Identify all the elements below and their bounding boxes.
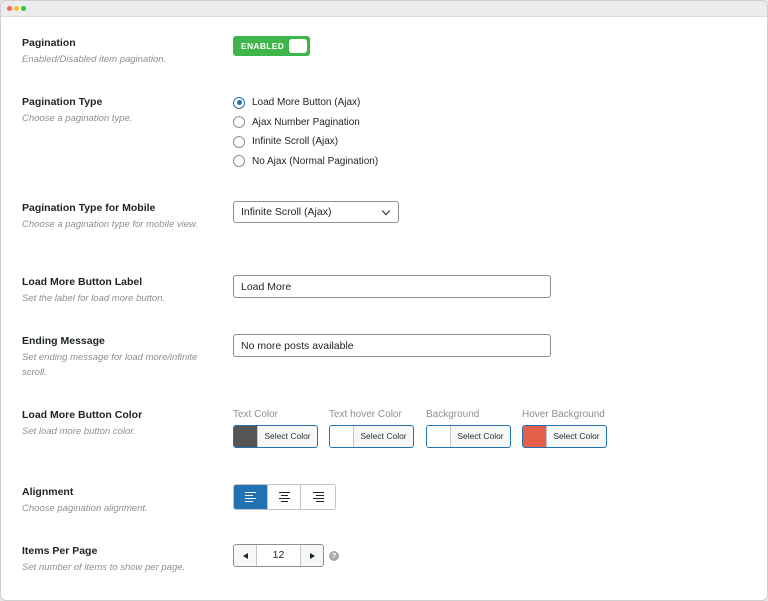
ending-message-input[interactable] [233, 334, 551, 357]
radio-ajax-number[interactable]: Ajax Number Pagination [233, 113, 378, 133]
button-color-title: Load More Button Color [22, 409, 143, 421]
hover-background-color-select-button[interactable]: Select Color [522, 425, 607, 448]
alignment-title: Alignment [22, 486, 74, 498]
load-more-label-desc: Set the label for load more button. [22, 293, 166, 304]
align-center-icon [278, 492, 290, 502]
maximize-window-dot[interactable] [21, 6, 26, 11]
background-color-select-button[interactable]: Select Color [426, 425, 511, 448]
pagination-desc: Enabled/Disabled item pagination. [22, 54, 167, 65]
color-swatch [330, 426, 354, 447]
pagination-type-title: Pagination Type [22, 96, 103, 108]
decrement-button[interactable] [234, 545, 257, 566]
pagination-type-desc: Choose a pagination type. [22, 113, 133, 124]
radio-infinite-scroll[interactable]: Infinite Scroll (Ajax) [233, 132, 378, 152]
align-left-button[interactable] [234, 485, 268, 509]
radio-circle[interactable] [233, 116, 245, 129]
color-swatch [427, 426, 451, 447]
align-right-icon [312, 492, 324, 502]
text-color-select-button[interactable]: Select Color [233, 425, 318, 448]
pagination-mobile-select[interactable]: Infinite Scroll (Ajax) [233, 201, 399, 223]
ending-message-title: Ending Message [22, 335, 105, 347]
radio-load-more[interactable]: Load More Button (Ajax) [233, 93, 378, 113]
window-titlebar [1, 1, 767, 17]
select-color-label: Select Color [360, 431, 407, 441]
radio-circle[interactable] [233, 96, 245, 109]
text-color-picker: Text Color Select Color [233, 408, 318, 448]
chevron-down-icon [381, 206, 391, 216]
radio-label: Infinite Scroll (Ajax) [252, 136, 339, 148]
pagination-mobile-title: Pagination Type for Mobile [22, 202, 156, 214]
close-window-dot[interactable] [7, 6, 12, 11]
color-picker-title: Background [426, 409, 480, 420]
alignment-desc: Choose pagination alignment. [22, 503, 148, 514]
color-swatch [234, 426, 258, 447]
color-swatch [523, 426, 547, 447]
caret-left-icon [242, 552, 248, 559]
radio-label: Load More Button (Ajax) [252, 97, 361, 109]
select-color-label: Select Color [457, 431, 504, 441]
items-per-page-desc: Set number of items to show per page. [22, 562, 186, 573]
text-hover-color-picker: Text hover Color Select Color [329, 408, 414, 448]
pagination-mobile-desc: Choose a pagination type for mobile view… [22, 219, 198, 230]
radio-label: No Ajax (Normal Pagination) [252, 155, 379, 167]
items-per-page-stepper: 12 ? [233, 544, 339, 567]
load-more-label-title: Load More Button Label [22, 276, 143, 288]
radio-circle[interactable] [233, 155, 245, 168]
toggle-knob [289, 39, 307, 53]
ending-message-desc: Set ending message for load more/infinit… [22, 352, 198, 378]
select-color-label: Select Color [264, 431, 311, 441]
hover-background-color-picker: Hover Background Select Color [522, 408, 607, 448]
text-hover-color-select-button[interactable]: Select Color [329, 425, 414, 448]
radio-circle[interactable] [233, 135, 245, 148]
items-per-page-title: Items Per Page [22, 545, 98, 557]
color-picker-title: Text Color [233, 409, 279, 420]
alignment-button-group [233, 484, 336, 510]
align-left-icon [244, 492, 256, 502]
increment-button[interactable] [300, 545, 323, 566]
background-color-picker: Background Select Color [426, 408, 511, 448]
window: Pagination Enabled/Disabled item paginat… [0, 0, 768, 601]
color-picker-title: Text hover Color [329, 409, 402, 420]
button-color-desc: Set load more button color. [22, 426, 136, 437]
caret-right-icon [309, 552, 315, 559]
toggle-label: ENABLED [241, 41, 285, 51]
align-center-button[interactable] [267, 485, 302, 509]
load-more-label-input[interactable] [233, 275, 551, 298]
select-value: Infinite Scroll (Ajax) [241, 206, 332, 218]
radio-label: Ajax Number Pagination [252, 116, 360, 128]
align-right-button[interactable] [301, 485, 335, 509]
pagination-toggle[interactable]: ENABLED [233, 36, 310, 56]
pagination-type-radios: Load More Button (Ajax) Ajax Number Pagi… [233, 93, 378, 171]
color-picker-title: Hover Background [522, 409, 605, 420]
select-color-label: Select Color [553, 431, 600, 441]
help-icon[interactable]: ? [329, 550, 339, 561]
radio-no-ajax[interactable]: No Ajax (Normal Pagination) [233, 152, 378, 172]
pagination-title: Pagination [22, 37, 76, 49]
items-per-page-value[interactable]: 12 [257, 545, 300, 566]
minimize-window-dot[interactable] [14, 6, 19, 11]
